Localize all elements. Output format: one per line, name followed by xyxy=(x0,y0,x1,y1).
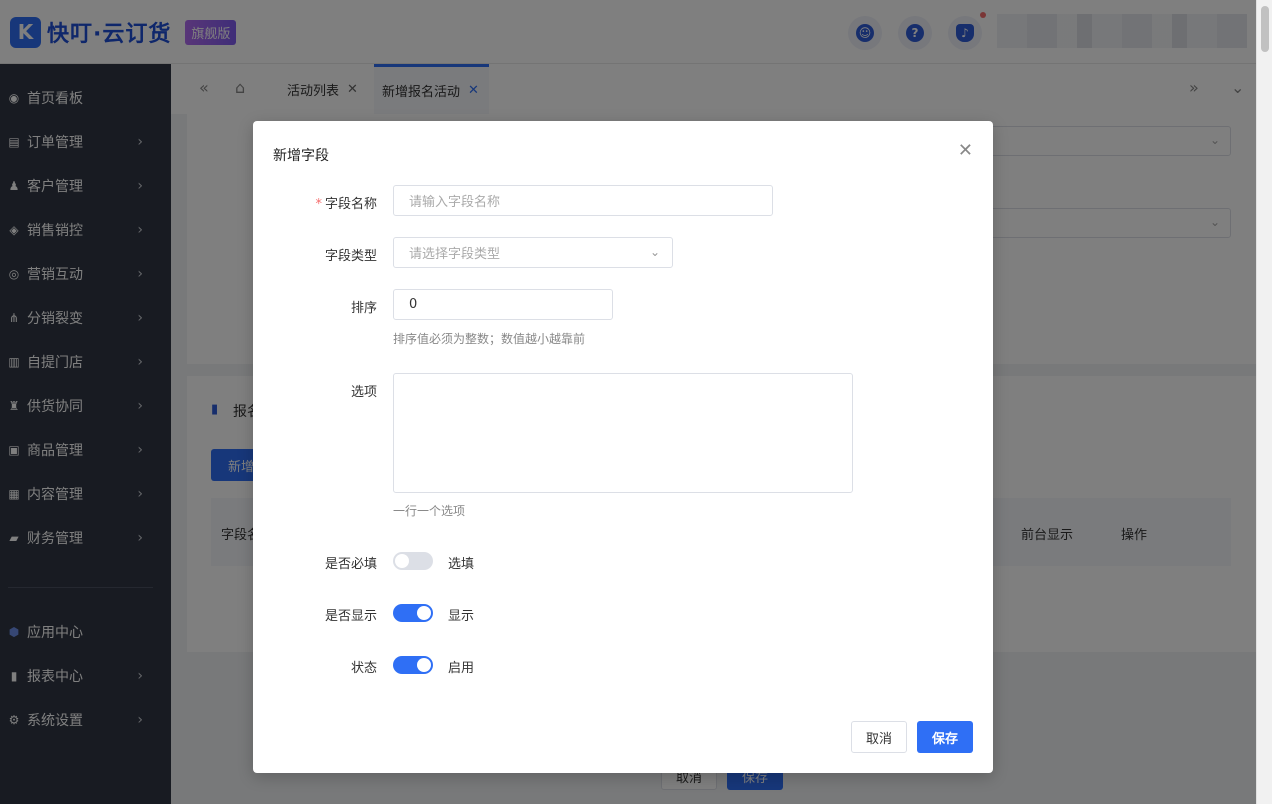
field-type-placeholder: 请选择字段类型 xyxy=(409,247,501,262)
required-mark: * xyxy=(315,197,322,212)
field-type-select[interactable]: 请选择字段类型 ⌄ xyxy=(393,237,673,268)
visible-state-text: 显示 xyxy=(448,609,475,624)
options-hint: 一行一个选项 xyxy=(393,504,466,518)
field-name-input[interactable]: 请输入字段名称 xyxy=(393,185,773,216)
field-type-label: 字段类型 xyxy=(324,249,377,264)
sort-hint: 排序值必须为整数；数值越小越靠前 xyxy=(393,332,586,346)
status-state-text: 启用 xyxy=(448,661,475,676)
required-state-text: 选填 xyxy=(448,557,475,572)
cancel-button[interactable]: 取消 xyxy=(851,721,907,753)
new-field-dialog: 新增字段 ✕ * 字段名称 请输入字段名称 字段类型 请选择字段类型 ⌄ 排序 0… xyxy=(253,121,993,773)
dialog-title: 新增字段 xyxy=(273,148,329,164)
save-button[interactable]: 保存 xyxy=(917,721,973,753)
close-icon[interactable]: ✕ xyxy=(958,141,973,161)
chevron-down-icon: ⌄ xyxy=(649,245,660,259)
status-label: 状态 xyxy=(350,661,377,676)
required-toggle[interactable] xyxy=(393,552,433,570)
field-name-placeholder: 请输入字段名称 xyxy=(409,195,501,210)
sort-label: 排序 xyxy=(350,301,377,316)
options-textarea[interactable] xyxy=(393,373,853,493)
required-label: 是否必填 xyxy=(324,557,377,572)
field-name-label: * 字段名称 xyxy=(315,197,377,212)
sort-value: 0 xyxy=(409,297,418,312)
status-toggle[interactable] xyxy=(393,656,433,674)
visible-toggle[interactable] xyxy=(393,604,433,622)
options-label: 选项 xyxy=(350,385,377,400)
sort-input[interactable]: 0 xyxy=(393,289,613,320)
visible-label: 是否显示 xyxy=(324,609,377,624)
page-scrollbar[interactable] xyxy=(1256,0,1272,804)
